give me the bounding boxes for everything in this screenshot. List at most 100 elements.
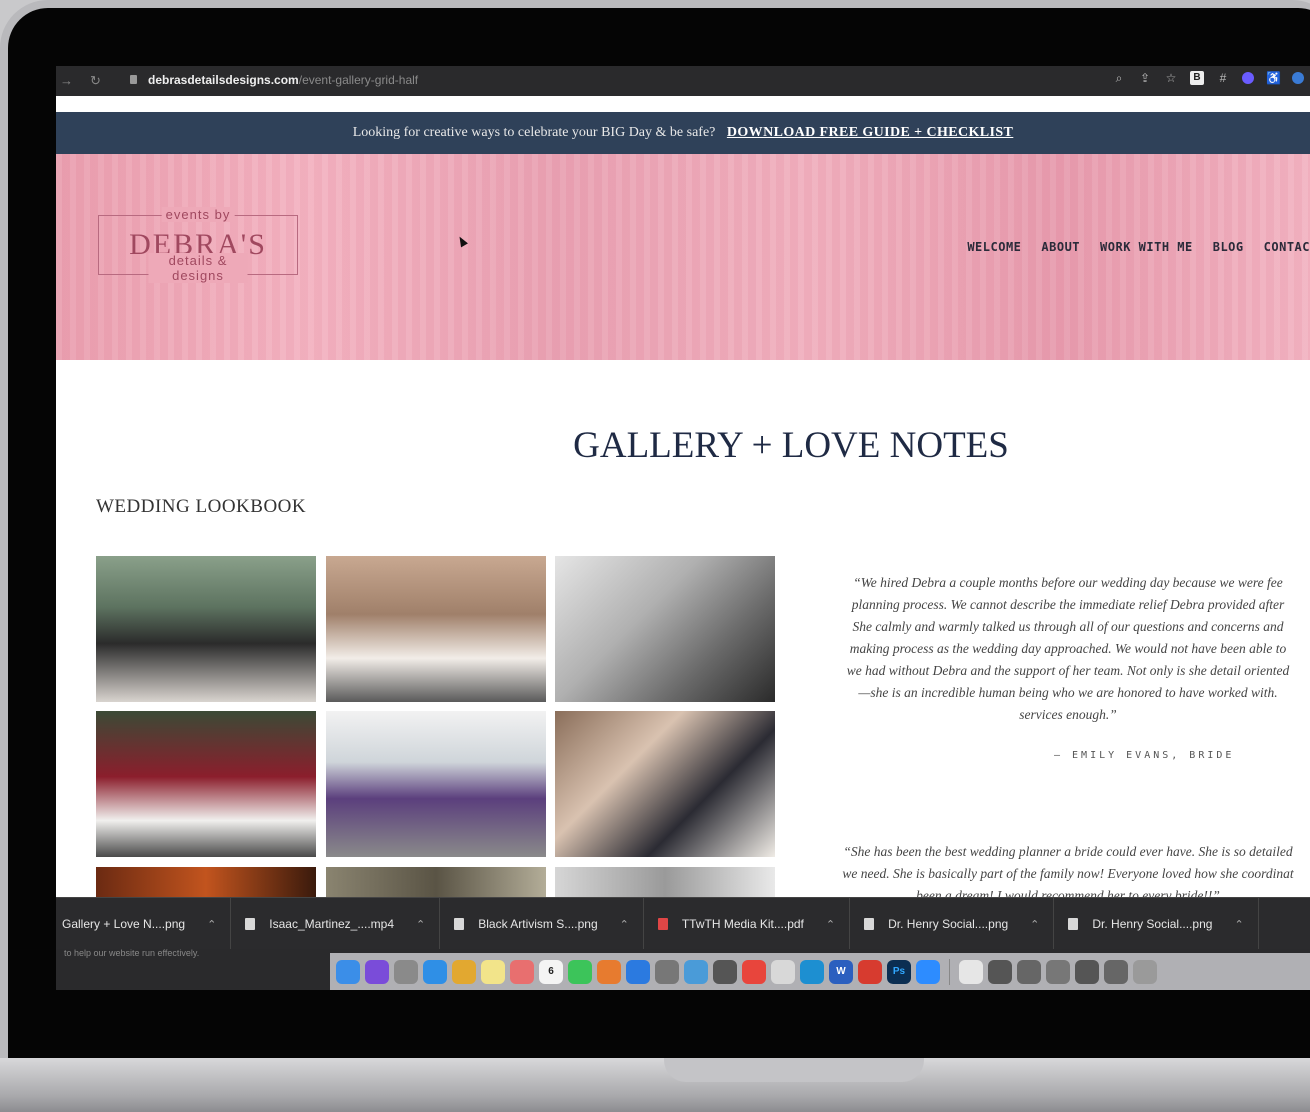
launchpad-icon[interactable] [394, 959, 418, 984]
nav-blog[interactable]: BLOG [1213, 240, 1244, 254]
window-thumb-4-icon[interactable] [1075, 959, 1099, 984]
gallery-photo[interactable] [555, 711, 775, 857]
download-item[interactable]: Gallery + Love N....png ⌃ [56, 898, 232, 950]
gallery-photo[interactable] [555, 867, 775, 897]
chevron-up-icon[interactable]: ⌃ [1030, 918, 1039, 931]
screen: → ↻ debrasdetailsdesigns.com/event-galle… [56, 66, 1310, 990]
testimonial-author: — EMILY EVANS, BRIDE [1054, 750, 1235, 761]
preview-icon[interactable] [713, 959, 737, 984]
photos-icon[interactable] [510, 959, 534, 984]
nav-about[interactable]: ABOUT [1041, 240, 1080, 254]
announcement-bar: Looking for creative ways to celebrate y… [56, 112, 1310, 154]
accessibility-icon[interactable]: ♿ [1266, 71, 1281, 85]
address-bar[interactable]: debrasdetailsdesigns.com/event-gallery-g… [148, 73, 418, 87]
search-icon[interactable]: ⌕ [1112, 71, 1126, 85]
announcement-text: Looking for creative ways to celebrate y… [352, 125, 716, 140]
file-icon [454, 918, 465, 930]
star-icon[interactable]: ☆ [1164, 71, 1178, 85]
system-preferences-icon[interactable] [655, 959, 679, 984]
testimonial-line: making process as the wedding day approa… [849, 641, 1287, 656]
testimonial-line: “She has been the best wedding planner a… [843, 844, 1293, 859]
books-icon[interactable] [597, 959, 621, 984]
trash-icon[interactable] [1133, 959, 1157, 984]
word-icon[interactable]: W [829, 959, 853, 984]
gallery-photo[interactable] [555, 556, 775, 702]
chevron-up-icon[interactable]: ⌃ [620, 918, 629, 931]
download-filename: Gallery + Love N....png [62, 917, 186, 931]
file-icon [1068, 918, 1079, 930]
hash-extension-icon[interactable]: # [1216, 71, 1230, 85]
gallery-photo[interactable] [96, 556, 316, 702]
chevron-up-icon[interactable]: ⌃ [207, 918, 216, 931]
blue-extension-icon[interactable] [1292, 72, 1304, 84]
stickies-icon[interactable] [481, 959, 505, 984]
chrome-icon[interactable] [742, 959, 766, 984]
facetime-icon[interactable] [568, 959, 592, 984]
photoshop-icon[interactable]: Ps [887, 959, 911, 984]
page-top-gap [56, 96, 1310, 112]
testimonial-1: “We hired Debra a couple months before o… [808, 572, 1310, 726]
page-title: GALLERY + LOVE NOTES [573, 425, 1009, 466]
notes-icon[interactable] [452, 959, 476, 984]
section-title: WEDDING LOOKBOOK [96, 496, 307, 517]
window-thumb-3-icon[interactable] [1046, 959, 1070, 984]
safari-icon[interactable] [423, 959, 447, 984]
reload-icon[interactable]: ↻ [90, 73, 101, 89]
acrobat-reader-icon[interactable] [858, 959, 882, 984]
gallery-photo[interactable] [326, 867, 546, 897]
gallery-photo[interactable] [326, 711, 546, 857]
testimonial-line: She calmly and warmly talked us through … [852, 619, 1284, 634]
chevron-up-icon[interactable]: ⌃ [1234, 918, 1243, 931]
url-domain: debrasdetailsdesigns.com [148, 73, 299, 87]
macos-dock: 6 W Ps [330, 953, 1310, 990]
acrobat-icon[interactable] [771, 959, 795, 984]
logo-tagline-bottom: details & designs [148, 253, 248, 283]
nav-welcome[interactable]: WELCOME [967, 240, 1021, 254]
download-item[interactable]: Dr. Henry Social....png ⌃ [850, 898, 1055, 950]
cookie-notice-text: to help our website run effectively. [64, 948, 200, 958]
gallery-photo[interactable] [326, 556, 546, 702]
dock-separator [949, 958, 950, 985]
download-filename: Black Artivism S....png [478, 917, 598, 931]
download-item[interactable]: Black Artivism S....png ⌃ [440, 898, 644, 950]
gallery-photo[interactable] [96, 711, 316, 857]
download-item[interactable]: TTwTH Media Kit....pdf ⌃ [644, 898, 851, 950]
url-path: /event-gallery-grid-half [298, 73, 419, 87]
forward-arrow-icon[interactable]: → [60, 73, 73, 88]
finder-icon[interactable] [336, 959, 360, 984]
download-item[interactable]: Dr. Henry Social....png ⌃ [1054, 898, 1259, 950]
file-icon[interactable] [959, 959, 983, 984]
laptop-base [0, 1058, 1310, 1112]
downloads-bar: Gallery + Love N....png ⌃ Isaac_Martinez… [56, 897, 1310, 950]
testimonial-line: services enough.” [1019, 707, 1117, 722]
gallery-photo[interactable] [96, 867, 316, 897]
share-icon[interactable]: ⇪ [1138, 71, 1152, 85]
main-nav: WELCOME ABOUT WORK WITH ME BLOG CONTAC [967, 240, 1310, 254]
testimonial-line: “We hired Debra a couple months before o… [853, 575, 1283, 590]
download-item[interactable]: Isaac_Martinez_....mp4 ⌃ [231, 898, 441, 950]
download-filename: Dr. Henry Social....png [1092, 917, 1213, 931]
edge-icon[interactable] [800, 959, 824, 984]
testimonial-line: planning process. We cannot describe the… [851, 597, 1285, 612]
siri-icon[interactable] [365, 959, 389, 984]
window-thumb-1-icon[interactable] [988, 959, 1012, 984]
download-guide-link[interactable]: DOWNLOAD FREE GUIDE + CHECKLIST [727, 125, 1013, 140]
logo-tagline-top: events by [161, 207, 235, 222]
site-logo[interactable]: events by DEBRA'S details & designs [98, 207, 298, 283]
chevron-up-icon[interactable]: ⌃ [826, 918, 835, 931]
testimonial-line: we need. She is basically part of the fa… [842, 866, 1294, 881]
b-extension-icon[interactable]: B [1190, 71, 1204, 85]
file-icon [245, 918, 256, 930]
browser-toolbar: → ↻ debrasdetailsdesigns.com/event-galle… [56, 66, 1310, 96]
nav-work-with-me[interactable]: WORK WITH ME [1100, 240, 1193, 254]
calendar-icon[interactable]: 6 [539, 959, 563, 984]
zoom-icon[interactable] [916, 959, 940, 984]
font-book-icon[interactable] [684, 959, 708, 984]
appstore-icon[interactable] [626, 959, 650, 984]
purple-extension-icon[interactable] [1242, 72, 1254, 84]
laptop-notch [664, 1058, 924, 1082]
window-thumb-2-icon[interactable] [1017, 959, 1041, 984]
nav-contact[interactable]: CONTAC [1264, 240, 1310, 254]
window-thumb-5-icon[interactable] [1104, 959, 1128, 984]
chevron-up-icon[interactable]: ⌃ [416, 918, 425, 931]
